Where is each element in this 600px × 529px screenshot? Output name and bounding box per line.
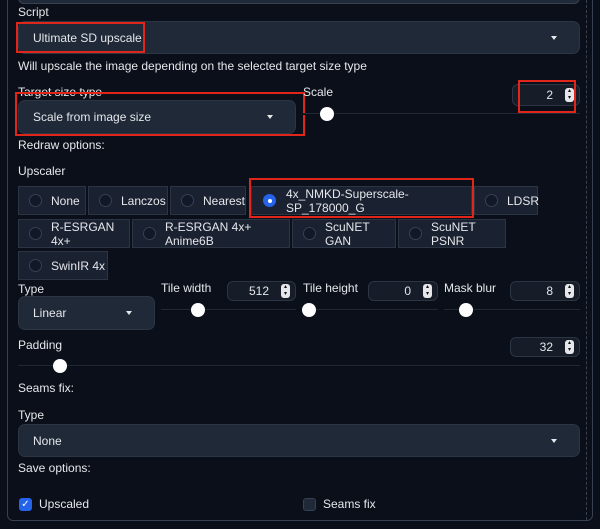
tile-width-input[interactable]: 512 ▴ ▾ [227, 281, 296, 301]
script-description: Will upscale the image depending on the … [18, 59, 367, 73]
upscaled-checkbox[interactable]: ✓ Upscaled [19, 497, 89, 511]
stepper-icon[interactable]: ▴ ▾ [423, 284, 432, 298]
mask-blur-label: Mask blur [444, 281, 497, 295]
option-label: R-ESRGAN 4x+ Anime6B [165, 219, 252, 248]
script-label: Script [18, 5, 49, 19]
padding-slider[interactable] [18, 365, 580, 367]
option-label: Lanczos [121, 193, 166, 208]
script-value: Ultimate SD upscale [33, 30, 142, 45]
target-size-dropdown[interactable]: Scale from image size [18, 100, 296, 134]
upscaler-option-ldsr[interactable]: LDSR [474, 186, 540, 215]
padding-label: Padding [18, 338, 63, 352]
upscaler-option-swinir[interactable]: SwinIR 4x [18, 251, 108, 280]
target-size-label: Target size type [18, 85, 103, 99]
upscaler-option-lanczos[interactable]: Lanczos [88, 186, 168, 215]
script-dropdown[interactable]: Ultimate SD upscale [18, 21, 580, 54]
radio-icon [29, 194, 42, 207]
stepper-icon[interactable]: ▴ ▾ [565, 284, 574, 298]
radio-icon [303, 227, 316, 240]
option-label: ScuNET PSNR [431, 219, 476, 248]
upscaler-label: Upscaler [18, 164, 66, 178]
upscaler-option-resrgan-anime[interactable]: R-ESRGAN 4x+ Anime6B [132, 219, 290, 248]
seams-type-value: None [33, 433, 62, 448]
radio-icon [409, 227, 422, 240]
upscaler-option-nearest[interactable]: Nearest [170, 186, 246, 215]
option-label: R-ESRGAN 4x+ [51, 219, 115, 248]
radio-icon [29, 259, 42, 272]
tile-height-input[interactable]: 0 ▴ ▾ [368, 281, 438, 301]
scale-value: 2 [546, 88, 553, 102]
target-size-value: Scale from image size [33, 110, 152, 124]
mask-blur-value: 8 [546, 284, 553, 298]
chevron-down-icon [267, 115, 273, 119]
tile-width-value: 512 [248, 284, 269, 298]
mask-blur-slider-handle[interactable] [459, 303, 473, 317]
seams-fix-save-label: Seams fix [323, 497, 376, 511]
padding-value: 32 [539, 340, 553, 354]
type-value: Linear [33, 306, 67, 320]
upscaler-option-nmkd[interactable]: 4x_NMKD-Superscale-SP_178000_G [251, 186, 472, 215]
mask-blur-input[interactable]: 8 ▴ ▾ [510, 281, 580, 301]
type-label: Type [18, 282, 45, 296]
tile-height-value: 0 [404, 284, 411, 298]
seams-fix-checkbox[interactable]: Seams fix [303, 497, 376, 511]
seams-type-dropdown[interactable]: None [18, 424, 580, 457]
upscaler-option-scunet-gan[interactable]: ScuNET GAN [292, 219, 396, 248]
radio-selected-icon [263, 194, 276, 207]
option-label: 4x_NMKD-Superscale-SP_178000_G [286, 186, 409, 215]
prompt-field-edge[interactable] [18, 0, 580, 4]
padding-input[interactable]: 32 ▴ ▾ [510, 337, 580, 357]
radio-icon [181, 194, 194, 207]
option-label: None [51, 193, 80, 208]
tile-width-slider[interactable] [161, 309, 296, 311]
option-label: LDSR [507, 193, 540, 208]
radio-icon [143, 227, 156, 240]
upscaler-option-none[interactable]: None [18, 186, 86, 215]
checkbox-icon[interactable] [303, 497, 316, 511]
scale-slider[interactable] [303, 113, 580, 115]
upscaled-label: Upscaled [39, 497, 90, 511]
chevron-down-icon [126, 311, 132, 315]
checkmark-icon[interactable]: ✓ [19, 497, 32, 511]
seams-fix-label: Seams fix: [18, 381, 75, 395]
scale-input[interactable]: 2 ▴ ▾ [512, 84, 580, 106]
tile-width-slider-handle[interactable] [191, 303, 205, 317]
padding-slider-handle[interactable] [53, 359, 67, 373]
scale-slider-handle[interactable] [320, 107, 334, 121]
type-dropdown[interactable]: Linear [18, 296, 155, 330]
tile-height-label: Tile height [303, 281, 358, 295]
chevron-down-icon [551, 438, 557, 443]
upscaler-option-scunet-psnr[interactable]: ScuNET PSNR [398, 219, 506, 248]
option-label: Nearest [203, 193, 246, 208]
chevron-down-icon [551, 35, 557, 40]
save-options-label: Save options: [18, 461, 91, 475]
stepper-icon[interactable]: ▴ ▾ [565, 340, 574, 354]
scale-label: Scale [303, 85, 334, 99]
stepper-icon[interactable]: ▴ ▾ [565, 88, 574, 102]
tile-height-slider[interactable] [303, 309, 438, 311]
radio-icon [485, 194, 498, 207]
radio-icon [29, 227, 42, 240]
option-label: ScuNET GAN [325, 219, 370, 248]
tile-width-label: Tile width [161, 281, 212, 295]
divider [586, 0, 587, 520]
radio-icon [99, 194, 112, 207]
upscaler-option-resrgan[interactable]: R-ESRGAN 4x+ [18, 219, 130, 248]
redraw-options-label: Redraw options: [18, 138, 105, 152]
option-label: SwinIR 4x [51, 258, 106, 273]
seams-type-label: Type [18, 408, 45, 422]
stepper-icon[interactable]: ▴ ▾ [281, 284, 290, 298]
tile-height-slider-handle[interactable] [302, 303, 316, 317]
